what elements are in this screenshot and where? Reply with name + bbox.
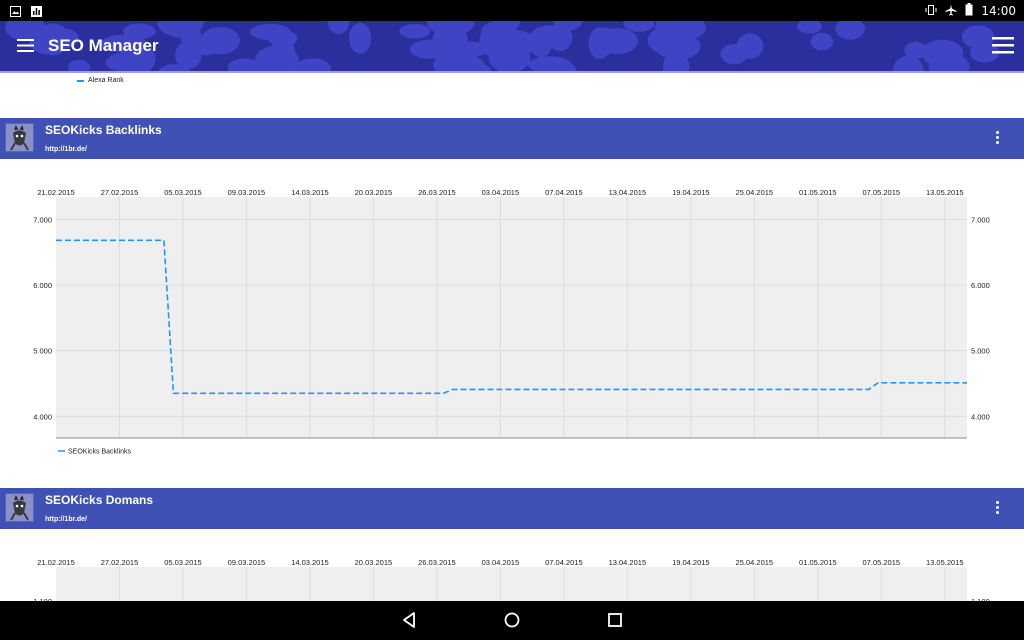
x-tick-label: 25.04.2015 xyxy=(736,188,774,197)
vibrate-icon xyxy=(925,4,937,19)
y-tick-label-right: 4.000 xyxy=(971,412,990,421)
more-options-icon[interactable] xyxy=(996,131,1000,146)
pattern-blob xyxy=(736,33,764,59)
giraffe-avatar-icon xyxy=(5,493,34,522)
navigation-bar xyxy=(0,601,1024,640)
x-tick-label: 27.02.2015 xyxy=(101,558,139,567)
x-tick-label: 13.05.2015 xyxy=(926,188,964,197)
legend-label: Alexa Rank xyxy=(88,77,124,84)
x-tick-label: 01.05.2015 xyxy=(799,558,837,567)
card-title: SEOKicks Domans xyxy=(45,493,154,507)
x-tick-label: 21.02.2015 xyxy=(37,188,75,197)
x-tick-label: 07.05.2015 xyxy=(863,188,901,197)
y-tick-label-right: 5.000 xyxy=(971,347,990,356)
pattern-blob xyxy=(480,21,513,45)
giraffe-avatar-icon xyxy=(5,123,34,152)
domains-chart: 21.02.2015 27.02.2015 05.03.2015 09.03.2015… xyxy=(33,558,990,601)
backlinks-chart: 21.02.2015 27.02.2015 05.03.2015 09.03.2015… xyxy=(33,188,990,456)
pattern-blob xyxy=(271,37,295,65)
x-tick-label: 01.05.2015 xyxy=(799,188,837,197)
pattern-blob xyxy=(588,27,612,60)
x-tick-label: 09.03.2015 xyxy=(228,558,266,567)
menu-icon[interactable] xyxy=(992,37,1014,59)
x-tick-label: 03.04.2015 xyxy=(482,188,520,197)
x-tick-label: 26.03.2015 xyxy=(418,558,456,567)
home-icon[interactable] xyxy=(503,611,521,634)
y-tick-label: 5.000 xyxy=(33,347,52,356)
card-title: SEOKicks Backlinks xyxy=(45,123,162,137)
back-icon[interactable] xyxy=(401,611,417,634)
legend-line-icon xyxy=(77,79,84,82)
x-tick-label: 26.03.2015 xyxy=(418,188,456,197)
x-tick-label: 07.05.2015 xyxy=(863,558,901,567)
pattern-blob xyxy=(399,23,431,39)
y-tick-label-right: 7.000 xyxy=(971,215,990,224)
plot-area xyxy=(56,567,967,601)
clock: 14:00 xyxy=(981,4,1016,18)
app-title: SEO Manager xyxy=(48,36,159,55)
pattern-blob xyxy=(349,22,372,54)
more-options-icon[interactable] xyxy=(996,501,1000,516)
status-bar: 14:00 xyxy=(0,0,1024,21)
x-tick-label: 20.03.2015 xyxy=(355,188,393,197)
x-tick-label: 13.04.2015 xyxy=(609,558,647,567)
card-url[interactable]: http://1br.de/ xyxy=(45,146,87,153)
y-tick-label: 6.000 xyxy=(33,281,52,290)
card-header: SEOKicks Domans http://1br.de/ xyxy=(0,488,1024,529)
airplane-icon xyxy=(945,4,957,19)
x-tick-label: 13.05.2015 xyxy=(926,558,964,567)
x-tick-label: 05.03.2015 xyxy=(164,188,202,197)
x-tick-label: 05.03.2015 xyxy=(164,558,202,567)
x-tick-label: 19.04.2015 xyxy=(672,558,710,567)
plot-area xyxy=(56,197,967,438)
y-tick-label-right: 6.000 xyxy=(971,281,990,290)
x-tick-label: 25.04.2015 xyxy=(736,558,774,567)
pattern-blob xyxy=(534,25,565,44)
x-tick-label: 03.04.2015 xyxy=(482,558,520,567)
pattern-blob xyxy=(921,39,964,67)
x-tick-label: 19.04.2015 xyxy=(672,188,710,197)
legend-label: SEOKicks Backlinks xyxy=(68,449,132,456)
x-tick-label: 07.04.2015 xyxy=(545,558,583,567)
battery-icon xyxy=(965,3,973,19)
card-header: SEOKicks Backlinks http://1br.de/ xyxy=(0,118,1024,159)
x-tick-label: 14.03.2015 xyxy=(291,558,329,567)
x-tick-label: 13.04.2015 xyxy=(609,188,647,197)
x-tick-label: 14.03.2015 xyxy=(291,188,329,197)
card-url[interactable]: http://1br.de/ xyxy=(45,516,87,523)
x-tick-label: 09.03.2015 xyxy=(228,188,266,197)
y-tick-label: 7.000 xyxy=(33,215,52,224)
app-bar: SEO Manager xyxy=(0,21,1024,73)
chart-icon xyxy=(31,4,42,22)
x-tick-label: 27.02.2015 xyxy=(101,188,139,197)
image-icon xyxy=(10,4,21,22)
pattern-blob xyxy=(810,32,834,51)
x-tick-label: 20.03.2015 xyxy=(355,558,393,567)
menu-icon[interactable] xyxy=(17,39,34,57)
pattern-blob xyxy=(444,41,490,58)
x-tick-label: 07.04.2015 xyxy=(545,188,583,197)
y-tick-label: 4.000 xyxy=(33,412,52,421)
x-tick-label: 21.02.2015 xyxy=(37,558,75,567)
chart-legend: Alexa Rank xyxy=(77,77,124,84)
recents-icon[interactable] xyxy=(606,611,624,634)
pattern-blob xyxy=(175,41,202,69)
